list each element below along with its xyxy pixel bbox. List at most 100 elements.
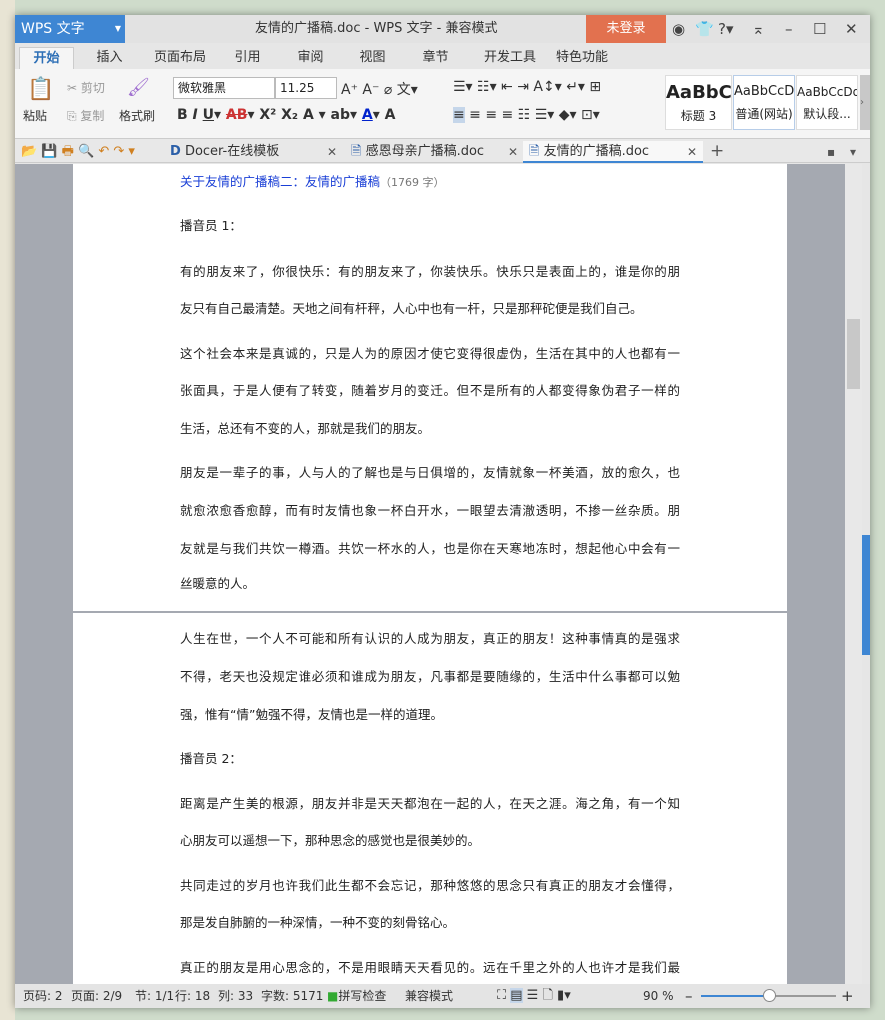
tab-label: 友情的广播稿.doc <box>543 144 650 159</box>
zoom-slider[interactable] <box>701 989 836 1002</box>
ribbon-home: 📋 粘贴 ✂ 剪切 ⎘ 复制 🖌 格式刷 微软雅黑 11.25 A⁺ A⁻ ⌀ … <box>15 69 870 139</box>
doc-line: 生活，总还有不变的人，那就是我们的朋友。 <box>180 421 431 436</box>
doc-line: 丝暖意的人。 <box>180 576 256 591</box>
copy-label: 复制 <box>80 109 105 123</box>
doc-tab-docer[interactable]: D Docer-在线模板 <box>170 141 279 163</box>
shirt-icon[interactable]: 👕 <box>695 15 714 43</box>
tab-review[interactable]: 审阅 <box>288 47 333 69</box>
doc-tab-gratitude[interactable]: 🗎 感恩母亲广播稿.doc <box>351 141 484 163</box>
side-panel-toggle[interactable] <box>862 535 870 655</box>
doc-line: 有的朋友来了，你很快乐：有的朋友来了，你装快乐。快乐只是表面上的，谁是你的朋 <box>180 264 680 279</box>
format-painter-icon[interactable]: 🖌 <box>127 77 150 98</box>
doc-icon: 🗎 <box>529 144 540 159</box>
page-2[interactable]: 人生在世，一个人不可能和所有认识的人成为朋友，真正的朋友！这种事情真的是强求 不得… <box>73 613 787 984</box>
status-pages: 页面: 2/9 <box>71 989 123 1003</box>
tab-insert[interactable]: 插入 <box>87 47 132 69</box>
tab-developer[interactable]: 开发工具 <box>475 47 545 69</box>
text-format-icons[interactable]: B I U▾ AB▾ X² X₂ A ▾ ab▾ A▾ A <box>177 107 396 123</box>
doc-line: 友就是与我们共饮一樽酒。共饮一杯水的人，也是你在天寒地冻时，想起他心中会有一 <box>180 541 680 556</box>
close-tab-icon[interactable]: ✕ <box>687 141 697 163</box>
collapse-ribbon-icon[interactable]: ⌅ <box>752 15 765 43</box>
zoom-out-button[interactable]: – <box>685 984 693 1008</box>
zoom-in-button[interactable]: + <box>841 984 854 1008</box>
doc-line: 人生在世，一个人不可能和所有认识的人成为朋友，真正的朋友！这种事情真的是强求 <box>180 631 680 646</box>
style-preview: AaBbCcD <box>734 84 795 99</box>
doc-line: 就愈浓愈香愈醇，而有时友情也象一杯白开水，一眼望去清澈透明，不掺一丝杂质。朋 <box>180 503 680 518</box>
word-count: （1769 字） <box>380 176 445 189</box>
scroll-thumb[interactable] <box>847 319 860 389</box>
status-bar: 页码: 2 页面: 2/9 节: 1/1 行: 18 列: 33 字数: 517… <box>15 984 870 1008</box>
vertical-scrollbar[interactable] <box>845 164 862 984</box>
doc-line: 朋友是一辈子的事，人与人的了解也是与日俱增的，友情就象一杯美酒，放的愈久，也 <box>180 465 680 480</box>
doc-line: 播音员 1： <box>180 218 242 233</box>
spell-label: 拼写检查 <box>338 989 387 1003</box>
font-size-select[interactable]: 11.25 <box>275 77 337 99</box>
doc-line: 真正的朋友是用心思念的，不是用眼睛天天看见的。远在千里之外的人也许才是我们最 <box>180 960 680 975</box>
skin-icon[interactable]: ◉ <box>672 15 685 43</box>
doc-line: 这个社会本来是真诚的，只是人为的原因才使它变得很虚伪，生活在其中的人也都有一 <box>180 346 680 361</box>
quick-access-icons[interactable]: 📂 💾 🖶 🔍 ↶ ↷ ▾ <box>21 142 135 164</box>
style-heading3[interactable]: AaBbC 标题 3 <box>665 75 732 130</box>
format-painter-button[interactable]: 格式刷 <box>119 107 155 124</box>
style-label: 普通(网站) <box>735 107 793 121</box>
tab-home[interactable]: 开始 <box>19 47 74 69</box>
tab-features[interactable]: 特色功能 <box>547 47 617 69</box>
new-tab-button[interactable]: + <box>710 141 724 161</box>
copy-button[interactable]: ⎘ 复制 <box>67 107 104 124</box>
paste-icon[interactable]: 📋 <box>27 77 54 102</box>
doc-line: 那是发自肺腑的一种深情，一种不变的刻骨铭心。 <box>180 915 456 930</box>
doc-icon: 🗎 <box>351 144 362 159</box>
style-preview: AaBbC <box>666 82 732 103</box>
maximize-button[interactable]: ☐ <box>813 15 826 43</box>
doc-line: 距离是产生美的根源，朋友并非是天天都泡在一起的人，在天之涯。海之角，有一个知 <box>180 796 680 811</box>
view-mode-icons[interactable]: ⛶ ▤ ☰ 🗋 ▮▾ <box>497 984 571 1008</box>
page-1[interactable]: 关于友情的广播稿二：友情的广播稿（1769 字） 播音员 1： 有的朋友来了，你很… <box>73 164 787 611</box>
app-menu-button[interactable]: WPS 文字 ▼ <box>15 15 125 43</box>
font-family-select[interactable]: 微软雅黑 <box>173 77 275 99</box>
tab-references[interactable]: 引用 <box>225 47 270 69</box>
doc-line: 友只有自己最清楚。天地之间有杆秤，人心中也有一杆，只是那秤砣便是我们自己。 <box>180 301 643 316</box>
styles-scroll-button[interactable]: › <box>860 75 870 130</box>
doc-title: 关于友情的广播稿二：友情的广播稿（1769 字） <box>180 171 680 190</box>
style-normal-web[interactable]: AaBbCcD 普通(网站) <box>733 75 795 130</box>
wps-window: WPS 文字 ▼ 友情的广播稿.doc - WPS 文字 - 兼容模式 未登录 ◉… <box>15 15 870 1008</box>
ribbon-tabs: 开始 插入 页面布局 引用 审阅 视图 章节 开发工具 特色功能 <box>15 43 870 69</box>
window-title: 友情的广播稿.doc - WPS 文字 - 兼容模式 <box>255 21 498 36</box>
close-button[interactable]: ✕ <box>845 15 858 43</box>
style-default[interactable]: AaBbCcDd 默认段... <box>796 75 858 130</box>
cut-button[interactable]: ✂ 剪切 <box>67 79 105 96</box>
align-icons[interactable]: ≡ ≡ ≡ ≡ ☷ ☰▾ ◆▾ ⊡▾ <box>453 107 600 123</box>
font-grow-shrink-icons[interactable]: A⁺ A⁻ ⌀ 文▾ <box>341 79 418 99</box>
status-word-count[interactable]: 字数: 5171 <box>261 984 323 1008</box>
style-label: 默认段... <box>803 107 851 121</box>
tab-layout[interactable]: 页面布局 <box>145 47 215 69</box>
status-section: 节: 1/1 <box>135 989 175 1003</box>
chevron-down-icon: ▼ <box>114 24 121 33</box>
minimize-button[interactable]: – <box>785 15 793 43</box>
title-link[interactable]: 关于友情的广播稿二：友情的广播稿 <box>180 174 380 189</box>
status-line: 行: 18 <box>175 989 211 1003</box>
paste-button[interactable]: 粘贴 <box>23 107 47 124</box>
status-compat-mode: 兼容模式 <box>405 989 454 1003</box>
help-icon[interactable]: ?▾ <box>718 15 734 43</box>
status-page-number: 页码: 2 <box>23 989 63 1003</box>
login-button[interactable]: 未登录 <box>586 15 666 43</box>
zoom-slider-handle[interactable] <box>762 989 776 1002</box>
doc-line: 心朋友可以遥想一下，那种思念的感觉也是很美妙的。 <box>180 833 481 848</box>
status-column: 列: 33 <box>218 989 254 1003</box>
list-indent-icons[interactable]: ☰▾ ☷▾ ⇤ ⇥ A↕▾ ↵▾ ⊞ <box>453 79 601 95</box>
tab-label: Docer-在线模板 <box>184 144 280 159</box>
title-bar: WPS 文字 ▼ 友情的广播稿.doc - WPS 文字 - 兼容模式 未登录 ◉… <box>15 15 870 43</box>
tab-list-icon[interactable]: ▪ <box>827 141 835 163</box>
spell-check-button[interactable]: ■拼写检查 <box>327 984 386 1008</box>
close-tab-icon[interactable]: ✕ <box>508 141 518 163</box>
close-tab-icon[interactable]: ✕ <box>327 141 337 163</box>
doc-tab-friendship[interactable]: 🗎 友情的广播稿.doc <box>523 141 703 163</box>
docer-icon: D <box>170 144 181 159</box>
tab-view[interactable]: 视图 <box>350 47 395 69</box>
tab-menu-icon[interactable]: ▾ <box>850 141 856 163</box>
tab-section[interactable]: 章节 <box>413 47 458 69</box>
style-label: 标题 3 <box>680 109 717 123</box>
desktop-background <box>0 0 15 1020</box>
doc-line: 强，惟有“情”勉强不得，友情也是一样的道理。 <box>180 707 443 722</box>
